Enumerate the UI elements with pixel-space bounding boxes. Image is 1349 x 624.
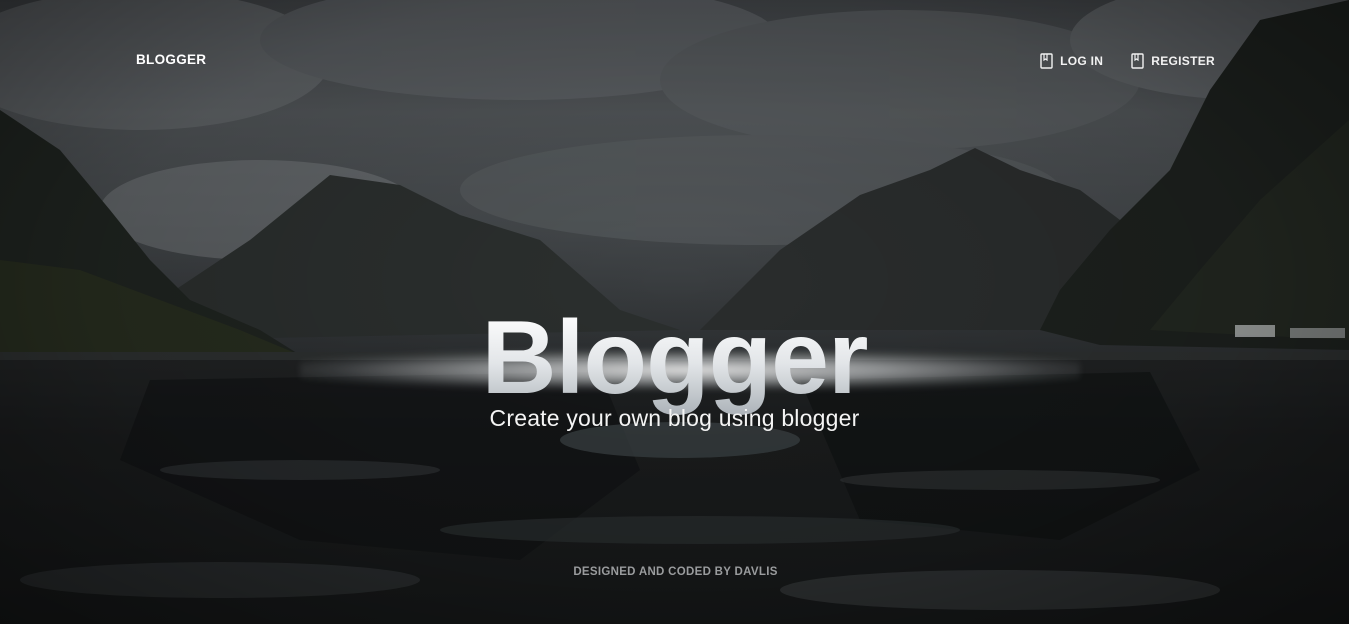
book-icon [1131,53,1144,69]
register-link[interactable]: REGISTER [1131,53,1215,69]
register-label: REGISTER [1151,54,1215,68]
hero-title: Blogger [0,298,1349,418]
hero-tagline: Create your own blog using blogger [489,405,860,431]
book-icon [1040,53,1053,69]
brand-logo-link[interactable]: BLOGGER [136,52,206,67]
hero-section: BLOGGER LOG IN REGISTER Blogger Create y… [0,0,1349,624]
footer-credit: DESIGNED AND CODED BY DAVLIS [573,566,778,578]
top-nav: LOG IN REGISTER [1040,53,1215,69]
login-link[interactable]: LOG IN [1040,53,1103,69]
login-label: LOG IN [1060,54,1104,68]
